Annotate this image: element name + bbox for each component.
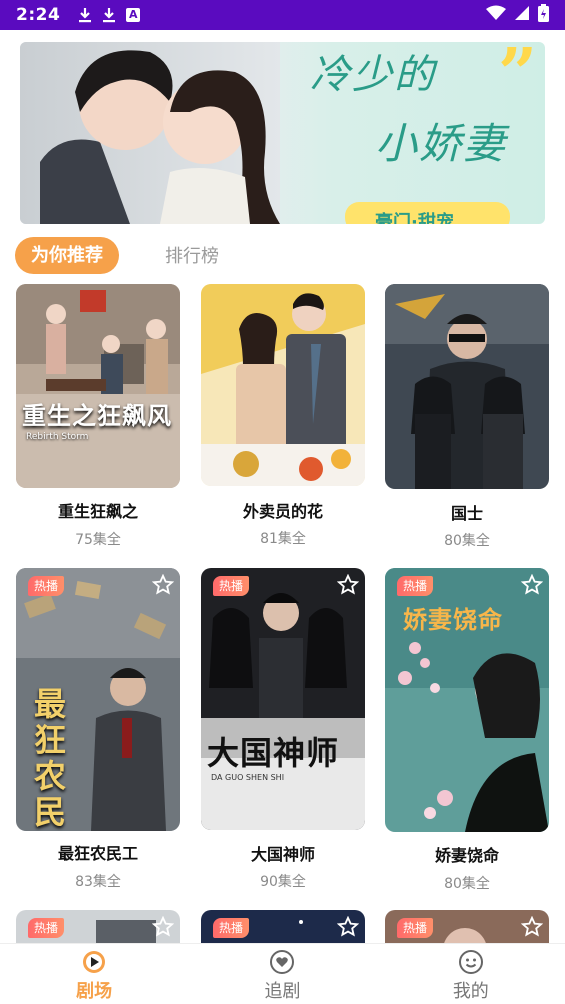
- heart-icon: [270, 950, 295, 974]
- drama-title: 娇妻饶命: [434, 846, 499, 865]
- drama-poster: 热播: [385, 910, 549, 943]
- banner-image: [20, 42, 280, 224]
- drama-poster: [201, 284, 365, 486]
- wifi-icon: [486, 5, 506, 25]
- banner-tag: 豪门·甜宠: [345, 202, 510, 224]
- tab-bar: 为你推荐 排行榜: [15, 236, 219, 274]
- drama-episodes: 83集全: [75, 874, 121, 890]
- nav-mine[interactable]: 我的: [377, 944, 565, 1004]
- drama-title: 最狂农民工: [57, 844, 138, 863]
- poster-title-text: 重生之狂飙风: [22, 401, 172, 430]
- signal-icon: [514, 5, 530, 25]
- poster-title-text: 最狂农民工: [34, 685, 67, 831]
- hot-badge: 热播: [397, 576, 434, 596]
- drama-title: 国士: [450, 504, 483, 523]
- drama-poster: 热播 娇妻饶命: [385, 568, 549, 832]
- nav-following-label: 追剧: [264, 981, 301, 1002]
- favorite-star-icon[interactable]: [521, 916, 543, 938]
- drama-poster: 热播 最狂农民工: [16, 568, 180, 831]
- drama-title: 重生狂飙之: [57, 502, 138, 521]
- status-time: 2:24: [16, 5, 61, 25]
- tab-recommended[interactable]: 为你推荐: [15, 236, 119, 274]
- poster-subtitle-text: DA GUO SHEN SHI: [211, 773, 285, 782]
- drama-episodes: 81集全: [260, 531, 306, 547]
- drama-title: 大国神师: [250, 845, 315, 864]
- drama-grid: 重生之狂飙风 Rebirth Storm 重生狂飙之 75集全 外卖员的花 81…: [0, 284, 565, 943]
- battery-icon: [538, 4, 549, 26]
- drama-poster: 热播 大国神师 DA GUO SHEN SHI: [201, 568, 365, 830]
- download-icon: [78, 7, 92, 23]
- drama-episodes: 75集全: [75, 532, 121, 548]
- poster-title-text: 娇妻饶命: [403, 605, 503, 634]
- drama-episodes: 80集全: [444, 876, 490, 892]
- favorite-star-icon[interactable]: [337, 916, 359, 938]
- drama-title: 外卖员的花: [242, 502, 323, 521]
- drama-poster: 热播: [201, 910, 365, 943]
- banner-title-line1: 冷少的: [310, 52, 436, 98]
- tab-ranking[interactable]: 排行榜: [165, 242, 219, 268]
- status-bar: 2:24 A: [0, 0, 565, 30]
- nav-theater-label: 剧场: [76, 981, 113, 1002]
- theater-icon: [83, 951, 106, 973]
- favorite-star-icon[interactable]: [152, 574, 174, 596]
- favorite-star-icon[interactable]: [521, 574, 543, 596]
- favorite-star-icon[interactable]: [152, 916, 174, 938]
- favorite-star-icon[interactable]: [337, 574, 359, 596]
- bottom-nav: 剧场 追剧 我的: [0, 943, 565, 1004]
- hot-badge: 热播: [213, 576, 250, 596]
- hot-badge: 热播: [397, 918, 434, 938]
- drama-poster: [385, 284, 549, 489]
- app-notification-icon: A: [126, 8, 141, 22]
- drama-poster: 热播: [16, 910, 180, 943]
- app-root: 2:24 A 冷少的 ” 小娇妻 豪门·甜宠 为你推荐 排行榜 重生之狂飙风 R…: [0, 0, 565, 1004]
- poster-title-text: 大国神师: [207, 734, 340, 772]
- smile-icon: [458, 950, 483, 974]
- nav-theater[interactable]: 剧场: [0, 944, 188, 1004]
- nav-following[interactable]: 追剧: [188, 944, 376, 1004]
- hot-badge: 热播: [28, 918, 65, 938]
- hot-badge: 热播: [213, 918, 250, 938]
- download-icon: [102, 7, 116, 23]
- drama-poster: 重生之狂飙风 Rebirth Storm: [16, 284, 180, 488]
- poster-subtitle-text: Rebirth Storm: [26, 432, 89, 442]
- banner-title-line2: 小娇妻: [375, 119, 508, 168]
- nav-mine-label: 我的: [452, 981, 489, 1002]
- drama-episodes: 80集全: [444, 533, 490, 549]
- banner-quote-mark: ”: [498, 42, 538, 114]
- drama-episodes: 90集全: [260, 874, 306, 890]
- hero-banner[interactable]: 冷少的 ” 小娇妻 豪门·甜宠: [20, 42, 545, 224]
- hot-badge: 热播: [28, 576, 65, 596]
